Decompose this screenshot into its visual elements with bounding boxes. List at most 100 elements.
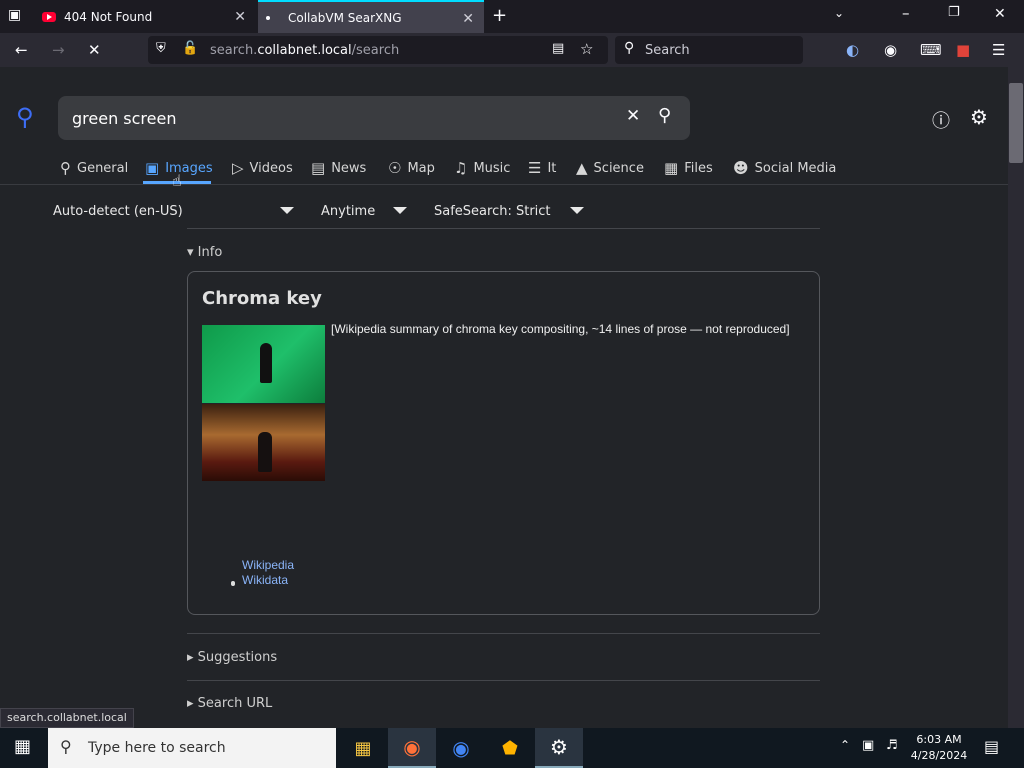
scrollbar-thumb[interactable] [1009,83,1023,163]
safesearch-select[interactable]: SafeSearch: Strict [434,204,551,219]
tab-map[interactable]: ☉ Map [388,159,435,177]
menu-icon[interactable]: ☰ [992,41,1005,59]
search-icon: ⚲ [60,737,72,756]
infobox-panel: Chroma key [Wikipedia summary of chroma … [187,271,820,615]
browser-search-field[interactable]: ⚲ Search [615,36,803,64]
extensions-icon[interactable]: ⌨ [920,41,942,59]
youtube-icon [42,11,56,22]
infobox-text: [Wikipedia summary of chroma key composi… [202,322,804,480]
searxng-logo-icon[interactable]: ⚲ [16,103,34,131]
settings-gear-icon[interactable]: ⚙ [970,105,988,129]
tab-404-not-found[interactable]: 404 Not Found ✕ [34,0,256,33]
tab-label: Science [593,160,644,176]
clock-time: 6:03 AM [916,733,962,746]
tab-label: Music [473,160,511,176]
tab-files[interactable]: ▦ Files [664,159,713,177]
chevron-down-icon[interactable] [280,207,294,214]
info-icon[interactable]: ⓘ [932,107,950,133]
divider [187,680,820,681]
tab-music[interactable]: ♫ Music [454,159,510,177]
shield-icon[interactable]: ⛨ [156,41,166,56]
tab-collabvm-searxng[interactable]: CollabVM SearXNG ✕ [258,0,484,33]
app-pentagon-icon[interactable]: ⬟ [486,728,534,768]
forward-icon[interactable]: → [52,41,65,59]
category-divider [0,184,1008,185]
page-scrollbar[interactable] [1008,67,1024,728]
search-submit-icon[interactable]: ⚲ [658,105,671,126]
tab-label: It [547,160,557,176]
tab-label: Videos [249,160,293,176]
play-icon: ▷ [232,159,244,177]
notifications-icon[interactable]: ▤ [984,737,999,756]
wikipedia-link[interactable]: Wikipedia [242,558,294,572]
clear-search-icon[interactable]: ✕ [626,106,640,126]
language-select[interactable]: Auto-detect (en-US) [53,204,183,219]
search-url-label: Search URL [197,696,273,711]
clock[interactable]: 6:03 AM 4/28/2024 [908,732,970,764]
map-pin-icon: ☉ [388,159,402,177]
tab-general[interactable]: ⚲ General [60,159,128,177]
tab-label: Files [684,160,713,176]
layers-icon: ☰ [528,159,542,177]
settings-app-icon[interactable]: ⚙ [535,728,583,768]
tab-label: Map [407,160,435,176]
list-tabs-icon[interactable]: ⌄ [834,6,844,20]
mouse-cursor-icon: ☝ [172,171,182,190]
stop-loading-icon[interactable]: ✕ [88,41,101,59]
people-icon: ☻ [733,159,749,177]
ublock-icon[interactable]: ■ [956,41,970,59]
tab-science[interactable]: ▲ Science [576,159,644,177]
close-tab-icon[interactable]: ✕ [234,9,246,25]
time-range-select[interactable]: Anytime [321,204,375,219]
search-query[interactable]: green screen [72,109,176,128]
account-icon[interactable]: ◉ [884,41,897,59]
search-input[interactable]: green screen ✕ ⚲ [58,96,690,140]
new-tab-icon[interactable]: + [492,5,507,26]
network-icon[interactable]: ▣ [862,738,874,753]
container-icon[interactable]: ◐ [846,41,859,59]
status-url: search.collabnet.local [0,708,134,728]
search-url-toggle[interactable]: ▸ Search URL [187,696,272,711]
divider [187,633,820,634]
tab-social-media[interactable]: ☻ Social Media [733,159,836,177]
file-explorer-icon[interactable]: ▦ [339,728,387,768]
search-placeholder: Search [645,43,690,58]
windows-taskbar: ▦ ⚲ Type here to search ▦ ◉ ◉ ⬟ ⚙ ⌃ ▣ ♬ … [0,728,1024,768]
info-toggle[interactable]: ▾ Info [187,245,222,260]
tab-strip: ▣ 404 Not Found ✕ CollabVM SearXNG ✕ + ⌄… [0,0,1024,33]
chevron-down-icon[interactable] [393,207,407,214]
taskbar-search-placeholder: Type here to search [88,740,226,756]
bullet [231,581,235,585]
page-content: ⚲ green screen ✕ ⚲ ⓘ ⚙ ⚲ General ▣ Images … [0,67,1008,728]
restore-icon[interactable]: ❐ [948,5,960,20]
firefox-icon[interactable]: ◉ [388,728,436,768]
newspaper-icon: ▤ [311,159,326,177]
minimize-icon[interactable]: – [902,4,910,22]
bookmark-star-icon[interactable]: ☆ [580,40,593,58]
divider [187,228,820,229]
volume-muted-icon[interactable]: ♬ [886,738,898,753]
image-icon: ▣ [145,159,160,177]
close-window-icon[interactable]: ✕ [994,6,1006,22]
url-bar[interactable]: ⛨ 🔓 search.collabnet.local/search ▤ ☆ [148,36,608,64]
tab-title: CollabVM SearXNG [288,10,402,25]
chrome-icon[interactable]: ◉ [437,728,485,768]
infobox-title: Chroma key [202,288,322,309]
tab-label: General [77,160,129,176]
suggestions-toggle[interactable]: ▸ Suggestions [187,650,277,665]
windows-start-icon[interactable]: ▦ [14,736,31,757]
wikidata-link[interactable]: Wikidata [242,573,288,587]
tab-manager-icon[interactable]: ▣ [8,7,21,23]
tab-videos[interactable]: ▷ Videos [232,159,293,177]
lock-icon[interactable]: 🔓 [182,41,198,56]
reader-view-icon[interactable]: ▤ [552,41,564,56]
tab-news[interactable]: ▤ News [311,159,366,177]
show-hidden-icons-icon[interactable]: ⌃ [840,738,850,752]
taskbar-search[interactable]: ⚲ Type here to search [48,728,336,768]
back-icon[interactable]: ← [15,41,28,59]
close-tab-icon[interactable]: ✕ [462,11,474,27]
tab-it[interactable]: ☰ It [528,159,556,177]
chevron-down-icon[interactable] [570,207,584,214]
graduation-cap-icon: ▲ [576,159,588,177]
url-text[interactable]: search.collabnet.local/search [210,43,399,58]
